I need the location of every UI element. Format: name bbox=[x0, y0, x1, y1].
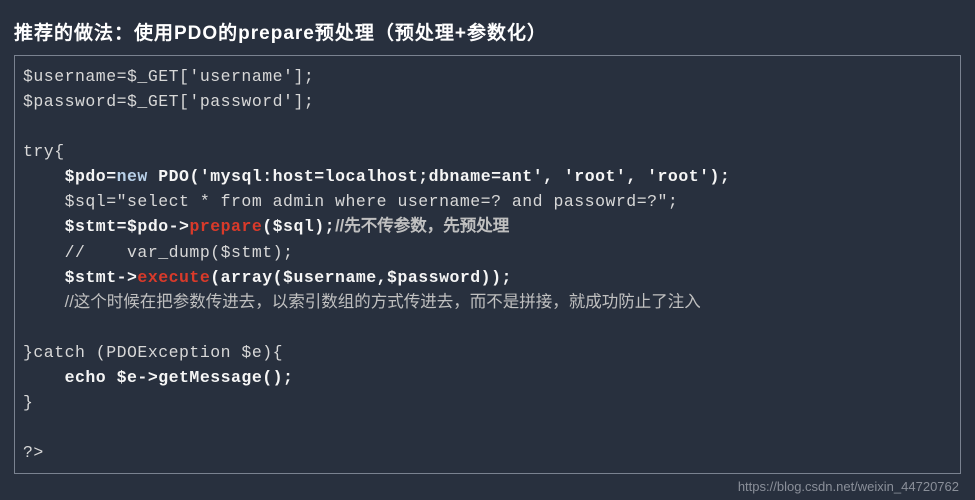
code-line: $stmt=$pdo->prepare($sql);//先不传参数，先预处理 bbox=[23, 217, 509, 236]
slide-title: 推荐的做法：使用PDO的prepare预处理（预处理+参数化） bbox=[14, 18, 961, 45]
comment-text: //先不传参数，先预处理 bbox=[335, 217, 509, 235]
code-line: //这个时候在把参数传进去，以索引数组的方式传进去，而不是拼接，就成功防止了注入 bbox=[23, 293, 701, 312]
code-line: $password=$_GET['password']; bbox=[23, 92, 314, 111]
keyword-new: new bbox=[117, 167, 148, 186]
code-text: ($sql); bbox=[262, 217, 335, 236]
code-line: ?> bbox=[23, 443, 44, 462]
highlight-execute: execute bbox=[137, 268, 210, 287]
code-line: // var_dump($stmt); bbox=[23, 243, 293, 262]
highlight-prepare: prepare bbox=[189, 217, 262, 236]
code-block: $username=$_GET['username']; $password=$… bbox=[14, 55, 961, 474]
code-line: try{ bbox=[23, 142, 65, 161]
code-text: $stmt-> bbox=[23, 268, 137, 287]
code-line: $sql="select * from admin where username… bbox=[23, 192, 678, 211]
code-line: echo $e->getMessage(); bbox=[23, 368, 293, 387]
code-line: $pdo=new PDO('mysql:host=localhost;dbnam… bbox=[23, 167, 730, 186]
code-line: $username=$_GET['username']; bbox=[23, 67, 314, 86]
watermark-url: https://blog.csdn.net/weixin_44720762 bbox=[738, 479, 959, 494]
code-text bbox=[23, 293, 65, 312]
code-text: $stmt=$pdo-> bbox=[23, 217, 189, 236]
code-line: } bbox=[23, 393, 33, 412]
code-text: PDO('mysql:host=localhost;dbname=ant', '… bbox=[148, 167, 731, 186]
comment-text: //这个时候在把参数传进去，以索引数组的方式传进去，而不是拼接，就成功防止了注入 bbox=[65, 293, 701, 311]
code-line: }catch (PDOException $e){ bbox=[23, 343, 283, 362]
code-line: $stmt->execute(array($username,$password… bbox=[23, 268, 512, 287]
code-text: $pdo= bbox=[23, 167, 117, 186]
code-text: (array($username,$password)); bbox=[210, 268, 512, 287]
